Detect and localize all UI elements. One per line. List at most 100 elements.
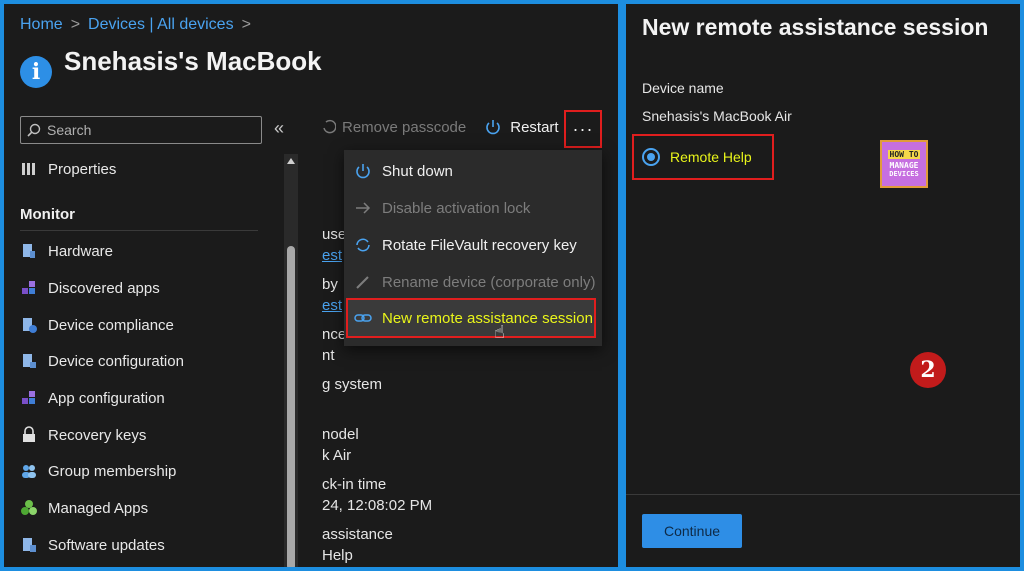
logo-text: DEVICES	[889, 170, 919, 178]
content-fragment: ck-in time	[322, 476, 387, 493]
continue-button[interactable]: Continue	[642, 514, 742, 548]
content-fragment: nce	[322, 326, 347, 343]
sidebar: Properties Monitor Hardware Discovered a…	[20, 150, 268, 567]
breadcrumb-devices[interactable]: Devices | All devices	[88, 16, 234, 34]
updates-icon	[23, 538, 36, 552]
breadcrumb-home[interactable]: Home	[20, 16, 63, 34]
content-fragment: by	[322, 276, 338, 293]
device-detail-pane: Home > Devices | All devices > i Snehasi…	[4, 4, 618, 567]
configuration-icon	[23, 354, 36, 368]
content-fragment: Help	[322, 547, 353, 564]
sidebar-item-label: Properties	[48, 160, 117, 178]
app-config-icon	[22, 391, 35, 404]
restart-label: Restart	[510, 118, 559, 136]
link-icon	[354, 314, 372, 322]
breadcrumb-separator: >	[70, 16, 81, 33]
sidebar-item-label: Managed Apps	[48, 499, 149, 517]
remote-help-radio[interactable]	[642, 148, 660, 166]
hand-cursor-icon: ☝	[494, 322, 505, 342]
refresh-icon	[323, 119, 336, 134]
lock-icon	[23, 426, 35, 442]
menu-item-shut-down[interactable]: Shut down	[354, 162, 453, 180]
sidebar-item-managed-apps[interactable]: Managed Apps	[20, 499, 148, 517]
arrow-right-icon	[356, 202, 371, 214]
sidebar-item-label: Discovered apps	[48, 279, 160, 297]
sidebar-item-software-updates[interactable]: Software updates	[20, 536, 165, 554]
divider	[20, 230, 258, 231]
logo-text: MANAGE	[889, 161, 919, 170]
sidebar-item-group-membership[interactable]: Group membership	[20, 462, 176, 480]
sidebar-item-label: Device compliance	[48, 316, 174, 334]
rotate-icon	[356, 238, 370, 252]
content-fragment: k Air	[322, 447, 352, 464]
remove-passcode-label: Remove passcode	[342, 118, 467, 136]
remove-passcode-button: Remove passcode	[322, 119, 466, 136]
step-number-badge: 2	[910, 352, 946, 388]
restart-button[interactable]: Restart	[484, 118, 559, 136]
managed-apps-icon	[21, 500, 37, 515]
hardware-icon	[23, 244, 35, 258]
page-title: Snehasis's MacBook A	[64, 46, 324, 76]
sidebar-item-label: Group membership	[48, 462, 177, 480]
collapse-sidebar-button[interactable]: «	[274, 118, 284, 139]
apps-icon	[22, 281, 35, 294]
sidebar-item-label: Hardware	[48, 242, 114, 260]
sidebar-item-label: App configuration	[48, 389, 165, 407]
sidebar-item-device-configuration[interactable]: Device configuration	[20, 352, 184, 370]
menu-item-disable-activation-lock: Disable activation lock	[354, 199, 530, 217]
scroll-thumb[interactable]	[287, 246, 295, 567]
content-fragment: nodel	[322, 426, 359, 443]
scroll-up-arrow-icon[interactable]	[287, 158, 295, 164]
remote-help-label: Remote Help	[670, 149, 752, 165]
sidebar-item-label: Recovery keys	[48, 426, 147, 444]
sidebar-item-properties[interactable]: Properties	[20, 160, 116, 178]
more-options-button[interactable]: ···	[564, 110, 602, 148]
menu-item-new-remote-assistance-session[interactable]: New remote assistance session	[354, 309, 593, 327]
footer-divider	[626, 494, 1020, 495]
edit-icon	[356, 276, 369, 289]
sidebar-item-app-configuration[interactable]: App configuration	[20, 389, 165, 407]
remote-help-option[interactable]: Remote Help	[632, 134, 774, 180]
properties-icon	[22, 163, 35, 175]
how-to-manage-devices-logo: HOW TO MANAGE DEVICES	[880, 140, 928, 188]
search-icon	[27, 123, 41, 137]
content-link-fragment[interactable]: est	[322, 297, 342, 314]
command-toolbar: Remove passcode Restart	[322, 118, 559, 136]
sidebar-item-label: Device configuration	[48, 352, 184, 370]
device-name-label: Device name	[642, 80, 724, 96]
menu-item-label: Shut down	[382, 162, 453, 180]
menu-item-rotate-filevault-key[interactable]: Rotate FileVault recovery key	[354, 236, 577, 254]
content-fragment: assistance	[322, 526, 393, 543]
power-icon	[486, 120, 500, 135]
power-icon	[356, 164, 370, 179]
info-icon: i	[20, 56, 52, 88]
sidebar-item-discovered-apps[interactable]: Discovered apps	[20, 279, 160, 297]
sidebar-item-device-compliance[interactable]: Device compliance	[20, 316, 174, 334]
compliance-icon	[23, 318, 37, 333]
content-fragment: use	[322, 226, 347, 243]
content-fragment: nt	[322, 347, 335, 364]
sidebar-item-recovery-keys[interactable]: Recovery keys	[20, 426, 146, 444]
content-link-fragment[interactable]: est	[322, 247, 342, 264]
breadcrumb: Home > Devices | All devices >	[20, 16, 251, 34]
sidebar-item-hardware[interactable]: Hardware	[20, 242, 113, 260]
search-input[interactable]: Search	[20, 116, 262, 144]
sidebar-section-heading: Monitor	[20, 206, 75, 223]
group-icon	[22, 465, 36, 478]
menu-item-rename-device: Rename device (corporate only)	[354, 273, 595, 291]
breadcrumb-separator: >	[241, 16, 251, 33]
menu-item-label: Rename device (corporate only)	[382, 273, 596, 291]
remote-assistance-pane: New remote assistance session Device nam…	[626, 4, 1020, 567]
sidebar-item-label: Software updates	[48, 536, 165, 554]
menu-item-label: Disable activation lock	[382, 199, 531, 217]
content-fragment: 24, 12:08:02 PM	[322, 497, 433, 514]
logo-text: HOW TO	[887, 150, 921, 159]
menu-item-label: Rotate FileVault recovery key	[382, 236, 577, 254]
sidebar-scrollbar[interactable]	[284, 154, 298, 567]
content-fragment: g system	[322, 376, 383, 393]
pane-title: New remote assistance session	[642, 14, 989, 40]
device-name-value: Snehasis's MacBook Air	[642, 108, 792, 124]
more-options-menu: Shut down Disable activation lock Rotate…	[344, 150, 602, 346]
search-placeholder: Search	[47, 122, 92, 138]
menu-item-label: New remote assistance session	[382, 309, 593, 327]
